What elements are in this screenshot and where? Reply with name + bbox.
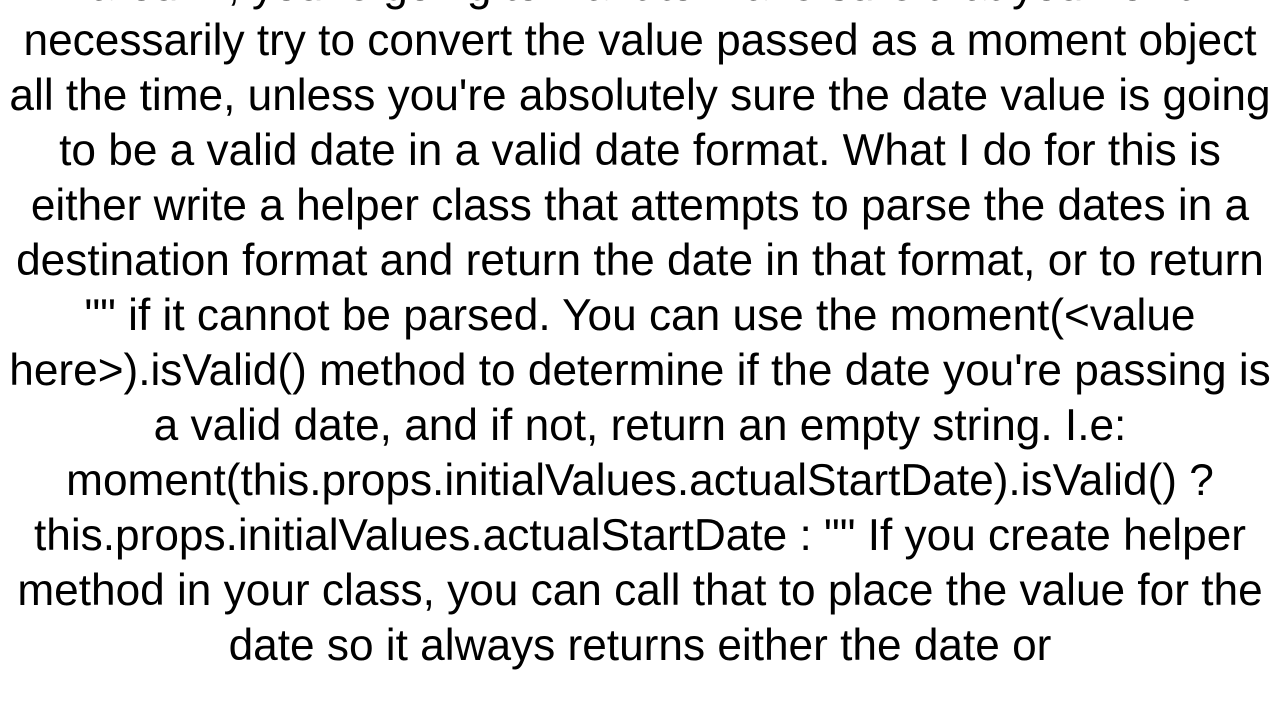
body-paragraph: around, you're going to want to make sur… — [5, 0, 1275, 673]
document-page: around, you're going to want to make sur… — [0, 0, 1280, 720]
